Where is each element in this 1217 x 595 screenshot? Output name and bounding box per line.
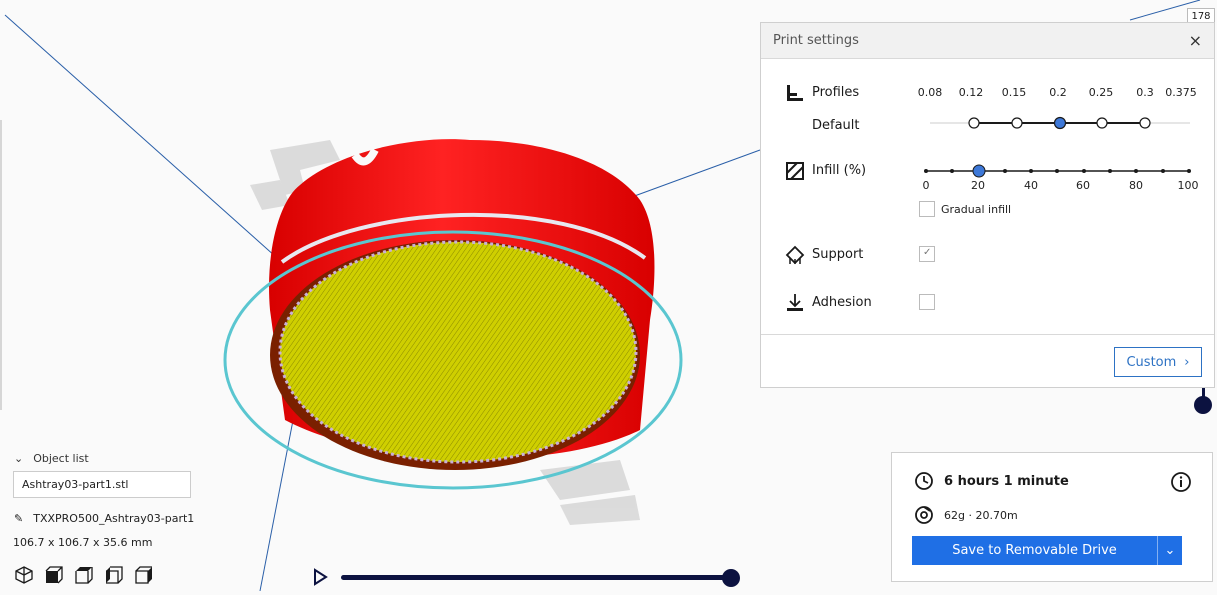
infill-tick: 20 [971,179,985,192]
object-list-title: Object list [33,452,89,465]
infill-slider[interactable] [921,161,1196,181]
support-icon [785,245,805,265]
object-list-field[interactable]: Ashtray03-part1.stl [13,471,191,498]
profile-tick: 0.08 [917,86,943,99]
support-checkbox[interactable]: ✓ [919,246,935,262]
layer-slider-handle[interactable] [722,569,740,587]
infill-handle[interactable] [972,164,986,178]
panel-title: Print settings [773,33,859,48]
checkmark-icon: ✓ [923,247,932,258]
3d-view-icon[interactable] [14,565,34,585]
print-time-row: 6 hours 1 minute [914,471,1069,491]
profiles-label: Profiles [812,85,860,100]
infill-tick: 100 [1177,179,1199,192]
info-icon[interactable] [1170,471,1192,493]
clock-icon [915,472,933,490]
chevron-right-icon: › [1184,354,1190,370]
vertical-slider-handle[interactable] [1194,396,1212,414]
object-dimensions: 106.7 x 106.7 x 35.6 mm [13,536,153,549]
profile-option[interactable] [1096,117,1108,129]
layer-slider-track[interactable] [341,575,731,580]
profile-option[interactable] [1139,117,1151,129]
object-name-row[interactable]: ✎ TXXPRO500_Ashtray03-part1 [14,512,194,525]
pencil-icon: ✎ [14,512,24,525]
close-icon[interactable]: × [1189,31,1202,50]
gradual-infill-checkbox[interactable] [919,201,935,217]
custom-button-label: Custom [1126,354,1177,370]
custom-button[interactable]: Custom › [1114,347,1202,377]
infill-icon [786,162,804,180]
support-label: Support [812,247,864,262]
panel-header: Print settings × [761,23,1214,59]
left-view-icon[interactable] [104,565,124,585]
chevron-down-icon: ⌄ [14,452,24,465]
front-view-icon[interactable] [44,565,64,585]
profile-tick: 0.3 [1136,86,1154,99]
infill-label: Infill (%) [812,163,867,178]
profile-slider[interactable] [926,113,1196,133]
object-list-header[interactable]: ⌄ Object list [14,452,89,465]
profile-tick: 0.25 [1088,86,1114,99]
job-panel: 6 hours 1 minute 62g · 20.70m Save to Re… [891,452,1213,582]
top-view-icon[interactable] [74,565,94,585]
print-settings-panel: Print settings × Profiles Default 0.08 0… [760,22,1215,388]
profile-option-selected[interactable] [1053,116,1067,130]
save-to-removable-drive-button[interactable]: Save to Removable Drive ⌄ [912,536,1182,565]
profile-tick: 0.375 [1165,86,1197,99]
right-view-icon[interactable] [134,565,154,585]
build-volume-edge [259,409,296,592]
material-usage: 62g · 20.70m [944,508,1018,522]
adhesion-label: Adhesion [812,295,872,310]
material-row: 62g · 20.70m [914,505,1018,525]
profile-option[interactable] [968,117,980,129]
play-icon[interactable] [312,568,328,586]
adhesion-icon [787,294,803,311]
panel-footer-divider [761,334,1214,335]
chevron-down-icon[interactable]: ⌄ [1157,536,1182,565]
object-name: TXXPRO500_Ashtray03-part1 [33,512,195,525]
build-volume-edge [4,14,286,266]
profiles-icon [787,85,803,101]
profiles-default-label: Default [812,118,860,133]
view-buttons [14,565,154,585]
profile-option[interactable] [1011,117,1023,129]
profile-tick: 0.2 [1049,86,1067,99]
left-panel-edge [0,120,2,410]
adhesion-checkbox[interactable] [919,294,935,310]
profile-tick: 0.15 [1001,86,1027,99]
infill-tick: 80 [1129,179,1143,192]
spool-icon [915,506,933,524]
infill-tick: 0 [922,179,930,192]
gradual-infill-label: Gradual infill [941,203,1012,216]
infill-tick: 60 [1076,179,1090,192]
save-button-label: Save to Removable Drive [952,543,1117,558]
infill-tick: 40 [1024,179,1038,192]
print-time: 6 hours 1 minute [944,473,1069,489]
profile-tick: 0.12 [958,86,984,99]
